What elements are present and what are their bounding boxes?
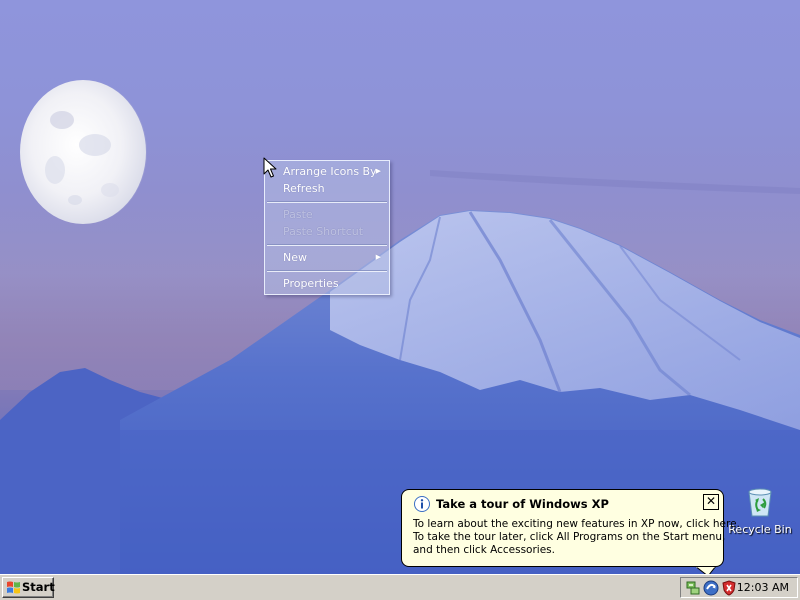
- wallpaper-image: [0, 80, 800, 574]
- menu-separator: [267, 270, 387, 272]
- menu-item-properties[interactable]: Properties: [265, 275, 389, 292]
- network-icon[interactable]: [685, 580, 701, 596]
- menu-item-label: Arrange Icons By: [283, 165, 377, 178]
- balloon-title: Take a tour of Windows XP: [436, 497, 609, 511]
- windows-flag-icon: [7, 581, 20, 594]
- submenu-arrow-icon: ▶: [375, 167, 381, 175]
- windows-update-icon[interactable]: [703, 580, 719, 596]
- menu-item-paste: Paste: [265, 206, 389, 223]
- menu-item-label: Paste: [283, 208, 313, 221]
- menu-item-label: Refresh: [283, 182, 325, 195]
- desktop[interactable]: Recycle Bin: [0, 0, 800, 574]
- recycle-bin-icon: [748, 488, 772, 517]
- menu-item-paste-shortcut: Paste Shortcut: [265, 223, 389, 240]
- start-button-label: Start: [22, 580, 55, 594]
- clock[interactable]: 12:03 AM: [737, 581, 789, 594]
- tour-notification-balloon[interactable]: Take a tour of Windows XP ✕ To learn abo…: [401, 489, 740, 567]
- security-shield-icon[interactable]: [721, 580, 737, 596]
- menu-item-label: Paste Shortcut: [283, 225, 364, 238]
- moon: [20, 80, 147, 224]
- system-tray: 12:03 AM: [680, 577, 798, 598]
- balloon-message-line: To learn about the exciting new features…: [413, 518, 740, 530]
- menu-item-arrange-icons-by[interactable]: Arrange Icons By ▶: [265, 163, 389, 180]
- menu-item-new[interactable]: New ▶: [265, 249, 389, 266]
- submenu-arrow-icon: ▶: [375, 253, 381, 261]
- balloon-message-line: To take the tour later, click All Progra…: [413, 531, 726, 543]
- balloon-message-line: and then click Accessories.: [413, 544, 555, 556]
- mouse-pointer-icon: [263, 157, 277, 178]
- balloon-message[interactable]: To learn about the exciting new features…: [413, 518, 740, 557]
- menu-item-refresh[interactable]: Refresh: [265, 180, 389, 197]
- balloon-close-button[interactable]: ✕: [703, 494, 719, 510]
- menu-item-label: Properties: [283, 277, 339, 290]
- menu-separator: [267, 244, 387, 246]
- taskbar: Start 12:03 AM: [0, 574, 800, 600]
- info-icon: [414, 496, 430, 512]
- menu-item-label: New: [283, 251, 307, 264]
- start-button[interactable]: Start: [2, 577, 55, 598]
- menu-separator: [267, 201, 387, 203]
- desktop-context-menu: Arrange Icons By ▶ Refresh Paste Paste S…: [264, 160, 390, 295]
